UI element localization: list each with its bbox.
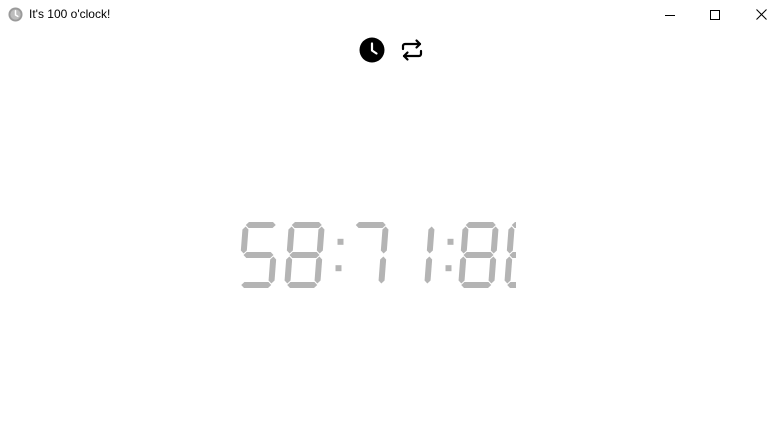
colon-dot [335,265,342,272]
segment-c [314,256,323,284]
segment-g [289,252,320,258]
segment-a [291,222,322,228]
repeat-button[interactable] [398,36,426,64]
segment-d [461,282,492,288]
clock-digit [504,222,516,288]
segment-a [245,222,276,228]
segment-d [507,282,516,288]
segment-c [378,256,387,284]
segment-c [268,256,277,284]
window-title: It's 100 o'clock! [29,7,111,21]
segment-d [241,282,272,288]
segment-f [506,226,515,254]
segment-b [316,226,325,254]
segment-b [380,226,389,254]
repeat-icon [401,39,423,61]
segment-b [426,226,435,254]
colon-dot [337,238,344,245]
segment-c [424,256,433,284]
minimize-button[interactable] [647,0,693,29]
clock-digit [284,222,325,288]
app-icon [8,7,23,22]
segment-g [243,252,274,258]
segment-e [458,256,467,284]
segment-f [286,226,295,254]
clock-icon [359,37,385,63]
close-button[interactable] [738,0,784,29]
segment-f [240,226,249,254]
clock-digit [240,222,277,288]
colon-separator [335,238,344,272]
segment-b [490,226,499,254]
segment-f [460,226,469,254]
segment-e [504,256,513,284]
clock-digit [458,222,499,288]
minimize-icon [665,14,675,16]
clock-display [240,222,516,288]
segment-a [355,222,386,228]
colon-dot [445,265,452,272]
segment-a [511,222,516,228]
clock-mode-button[interactable] [358,36,386,64]
maximize-icon [710,9,720,20]
maximize-button[interactable] [692,0,738,29]
segment-e [284,256,293,284]
close-icon [755,9,767,20]
segment-d [287,282,318,288]
colon-separator [445,238,454,272]
segment-g [509,252,516,258]
segment-c [488,256,497,284]
clock-digit [355,222,389,284]
segment-a [465,222,496,228]
segment-g [463,252,494,258]
colon-dot [447,238,454,245]
clock-digit [424,226,435,284]
title-bar: It's 100 o'clock! [0,0,784,29]
